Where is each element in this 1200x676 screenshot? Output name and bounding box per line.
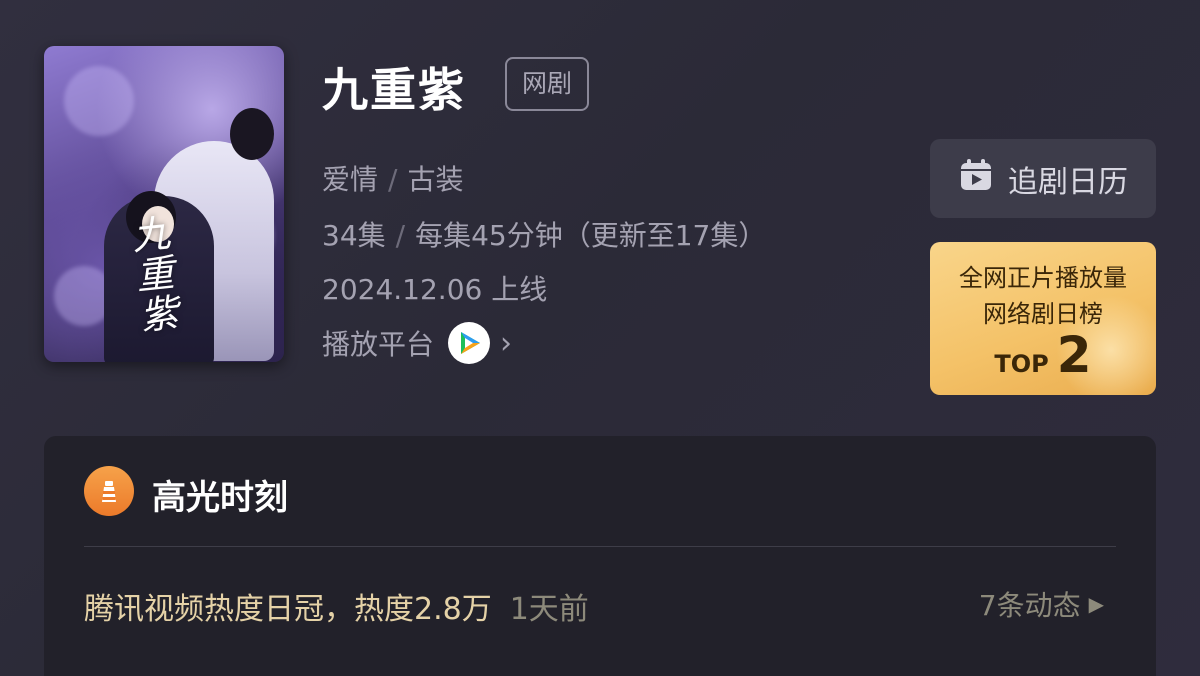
rank-list-name: 网络剧日榜 — [983, 300, 1103, 328]
more-updates-label: 7条动态 — [978, 589, 1081, 622]
episode-count: 34集 — [322, 219, 386, 252]
highlight-event[interactable]: 腾讯视频热度日冠，热度2.8万 1天前 — [84, 584, 589, 628]
platform-row[interactable]: 播放平台 › — [322, 322, 512, 364]
calendar-icon — [958, 157, 994, 201]
show-detail-page: 九重紫 九重紫 网剧 爱情 / 古装 34集 / 每集45分钟（更新至17集） 2024… — [0, 0, 1200, 676]
highlight-time: 1天前 — [509, 592, 589, 627]
drama-calendar-button[interactable]: 追剧日历 — [930, 139, 1156, 218]
lighthouse-icon — [84, 466, 134, 516]
chevron-right-icon[interactable]: › — [500, 326, 512, 361]
play-arrow-icon: ▶ — [1088, 592, 1104, 616]
release-date: 2024.12.06 上线 — [322, 273, 548, 306]
rank-category: 全网正片播放量 — [959, 264, 1127, 292]
more-updates-link[interactable]: 7条动态 ▶ — [979, 584, 1104, 624]
highlight-event-text: 腾讯视频热度日冠，热度2.8万 — [84, 592, 492, 627]
calendar-label: 追剧日历 — [1008, 164, 1128, 200]
tencent-video-icon[interactable] — [448, 322, 491, 364]
genre-tag[interactable]: 爱情 — [322, 163, 378, 196]
episode-separator: / — [395, 219, 406, 252]
rank-card[interactable]: 全网正片播放量 网络剧日榜 TOP 2 — [930, 242, 1156, 395]
genre-tag[interactable]: 古装 — [407, 163, 463, 196]
episode-info: 每集45分钟（更新至17集） — [415, 219, 767, 252]
rank-position: TOP 2 — [930, 330, 1156, 380]
show-title: 九重紫 — [322, 63, 466, 117]
rank-number: 2 — [1056, 326, 1092, 384]
genre-row: 爱情 / 古装 — [322, 158, 463, 198]
platform-label: 播放平台 — [322, 328, 435, 361]
rank-top-label: TOP — [994, 350, 1049, 378]
highlight-title: 高光时刻 — [152, 478, 288, 518]
genre-separator: / — [388, 163, 398, 196]
poster-image[interactable]: 九重紫 — [44, 46, 284, 362]
type-badge: 网剧 — [505, 57, 589, 111]
highlight-card: 高光时刻 腾讯视频热度日冠，热度2.8万 1天前 7条动态 ▶ — [44, 436, 1156, 676]
poster-figure — [230, 108, 274, 160]
episode-row: 34集 / 每集45分钟（更新至17集） — [322, 214, 766, 254]
poster-blossom — [64, 66, 134, 136]
divider — [84, 546, 1116, 547]
